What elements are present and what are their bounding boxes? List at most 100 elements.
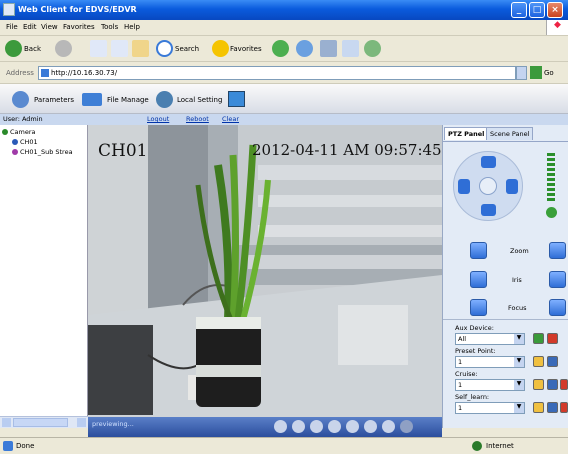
- cruise-start-icon[interactable]: [547, 379, 558, 390]
- tree-horizontal-scrollbar[interactable]: [0, 416, 88, 428]
- left-arrow-icon[interactable]: [458, 179, 470, 194]
- messenger-icon[interactable]: [364, 40, 381, 57]
- record-icon[interactable]: [292, 420, 305, 433]
- zoom-out-button[interactable]: [470, 242, 487, 259]
- substream-icon: [12, 149, 18, 155]
- forward-arrow-icon[interactable]: [55, 40, 72, 57]
- scroll-left-icon[interactable]: [2, 418, 11, 427]
- local-setting-button[interactable]: Local Setting: [177, 96, 222, 104]
- scroll-thumb[interactable]: [13, 418, 68, 427]
- iris-close-button[interactable]: [470, 271, 487, 288]
- camera-scene-image: [88, 125, 442, 417]
- tree-item-label[interactable]: CH01: [20, 138, 38, 146]
- local-setting-icon[interactable]: [156, 91, 173, 108]
- audio-icon[interactable]: [346, 420, 359, 433]
- focus-far-button[interactable]: [549, 299, 566, 316]
- favorites-star-icon[interactable]: [212, 40, 229, 57]
- snapshot-icon[interactable]: [274, 420, 287, 433]
- preset-point-select[interactable]: 1 ▼: [455, 356, 525, 368]
- tree-root[interactable]: Camera: [2, 128, 36, 136]
- down-arrow-icon[interactable]: [481, 204, 496, 216]
- tab-ptz-panel[interactable]: PTZ Panel: [444, 127, 489, 140]
- scroll-right-icon[interactable]: [77, 418, 86, 427]
- self-learn-edit-icon[interactable]: [533, 402, 544, 413]
- folder-icon[interactable]: [82, 93, 102, 106]
- menu-help[interactable]: Help: [124, 23, 140, 31]
- print-icon[interactable]: [320, 40, 337, 57]
- logout-link[interactable]: Logout: [147, 115, 169, 123]
- refresh-icon[interactable]: [111, 40, 128, 57]
- right-arrow-icon[interactable]: [506, 179, 518, 194]
- parameters-button[interactable]: Parameters: [34, 96, 74, 104]
- channel-icon: [12, 139, 18, 145]
- tree-item-ch01[interactable]: CH01: [12, 138, 38, 146]
- preset-call-icon[interactable]: [547, 356, 558, 367]
- up-arrow-icon[interactable]: [481, 156, 496, 168]
- close-button[interactable]: ×: [547, 2, 563, 18]
- zoom-in-button[interactable]: [549, 242, 566, 259]
- back-label[interactable]: Back: [24, 45, 41, 53]
- address-url[interactable]: http://10.16.30.73/: [51, 69, 117, 77]
- menu-bar: File Edit View Favorites Tools Help ◆: [0, 20, 568, 36]
- tree-root-label[interactable]: Camera: [10, 128, 36, 136]
- focus-near-button[interactable]: [470, 299, 487, 316]
- aux-off-button[interactable]: [547, 333, 558, 344]
- current-user: User: Admin: [3, 115, 43, 123]
- page-done-icon: [3, 441, 13, 451]
- history-icon[interactable]: [272, 40, 289, 57]
- cruise-select[interactable]: 1 ▼: [455, 379, 525, 391]
- stop-preview-icon[interactable]: [400, 420, 413, 433]
- menu-tools[interactable]: Tools: [101, 23, 118, 31]
- stop-icon[interactable]: [90, 40, 107, 57]
- favorites-label[interactable]: Favorites: [230, 45, 262, 53]
- minimize-button[interactable]: _: [511, 2, 527, 18]
- address-dropdown-icon[interactable]: [516, 66, 527, 80]
- maximize-button[interactable]: □: [529, 2, 545, 18]
- menu-edit[interactable]: Edit: [23, 23, 37, 31]
- back-arrow-icon[interactable]: [5, 40, 22, 57]
- clear-link[interactable]: Clear: [222, 115, 239, 123]
- menu-file[interactable]: File: [6, 23, 18, 31]
- video-preview[interactable]: CH01 2012-04-11 AM 09:57:45: [88, 125, 442, 417]
- iris-open-button[interactable]: [549, 271, 566, 288]
- video-control-bar: previewing...: [88, 417, 442, 437]
- go-button[interactable]: Go: [544, 69, 554, 77]
- aux-device-select[interactable]: All ▼: [455, 333, 525, 345]
- cruise-stop-icon[interactable]: [560, 379, 568, 390]
- search-label[interactable]: Search: [175, 45, 199, 53]
- self-learn-stop-icon[interactable]: [560, 402, 568, 413]
- search-icon[interactable]: [156, 40, 173, 57]
- self-learn-select[interactable]: 1 ▼: [455, 402, 525, 414]
- fullscreen-icon[interactable]: [382, 420, 395, 433]
- tab-divider: [443, 141, 568, 142]
- windows-logo-icon: ◆: [546, 20, 568, 35]
- speed-meter[interactable]: [547, 153, 555, 203]
- menu-view[interactable]: View: [41, 23, 58, 31]
- aux-on-button[interactable]: [533, 333, 544, 344]
- preview-status: previewing...: [92, 420, 134, 428]
- reboot-link[interactable]: Reboot: [186, 115, 209, 123]
- zoom-in-icon[interactable]: [310, 420, 323, 433]
- preset-edit-icon[interactable]: [533, 356, 544, 367]
- timestamp-overlay: 2012-04-11 AM 09:57:45: [252, 141, 442, 159]
- address-input[interactable]: http://10.16.30.73/: [38, 66, 516, 80]
- status-text: Done: [16, 442, 35, 450]
- go-arrow-icon[interactable]: [530, 66, 542, 79]
- monitor-icon[interactable]: [228, 91, 245, 107]
- tree-item-label[interactable]: CH01_Sub Strea: [20, 148, 73, 156]
- edit-icon[interactable]: [342, 40, 359, 57]
- tab-scene-panel[interactable]: Scene Panel: [486, 127, 534, 140]
- tree-item-ch01-sub[interactable]: CH01_Sub Strea: [12, 148, 73, 156]
- speed-runner-icon: [546, 207, 557, 218]
- talk-icon[interactable]: [364, 420, 377, 433]
- auto-center-icon[interactable]: [479, 177, 497, 195]
- cruise-edit-icon[interactable]: [533, 379, 544, 390]
- zoom-out-icon[interactable]: [328, 420, 341, 433]
- file-manage-button[interactable]: File Manage: [107, 96, 149, 104]
- parameters-gear-icon[interactable]: [12, 91, 29, 108]
- mail-icon[interactable]: [296, 40, 313, 57]
- focus-label: Focus: [508, 304, 527, 312]
- menu-favorites[interactable]: Favorites: [63, 23, 95, 31]
- self-learn-start-icon[interactable]: [547, 402, 558, 413]
- home-icon[interactable]: [132, 40, 149, 57]
